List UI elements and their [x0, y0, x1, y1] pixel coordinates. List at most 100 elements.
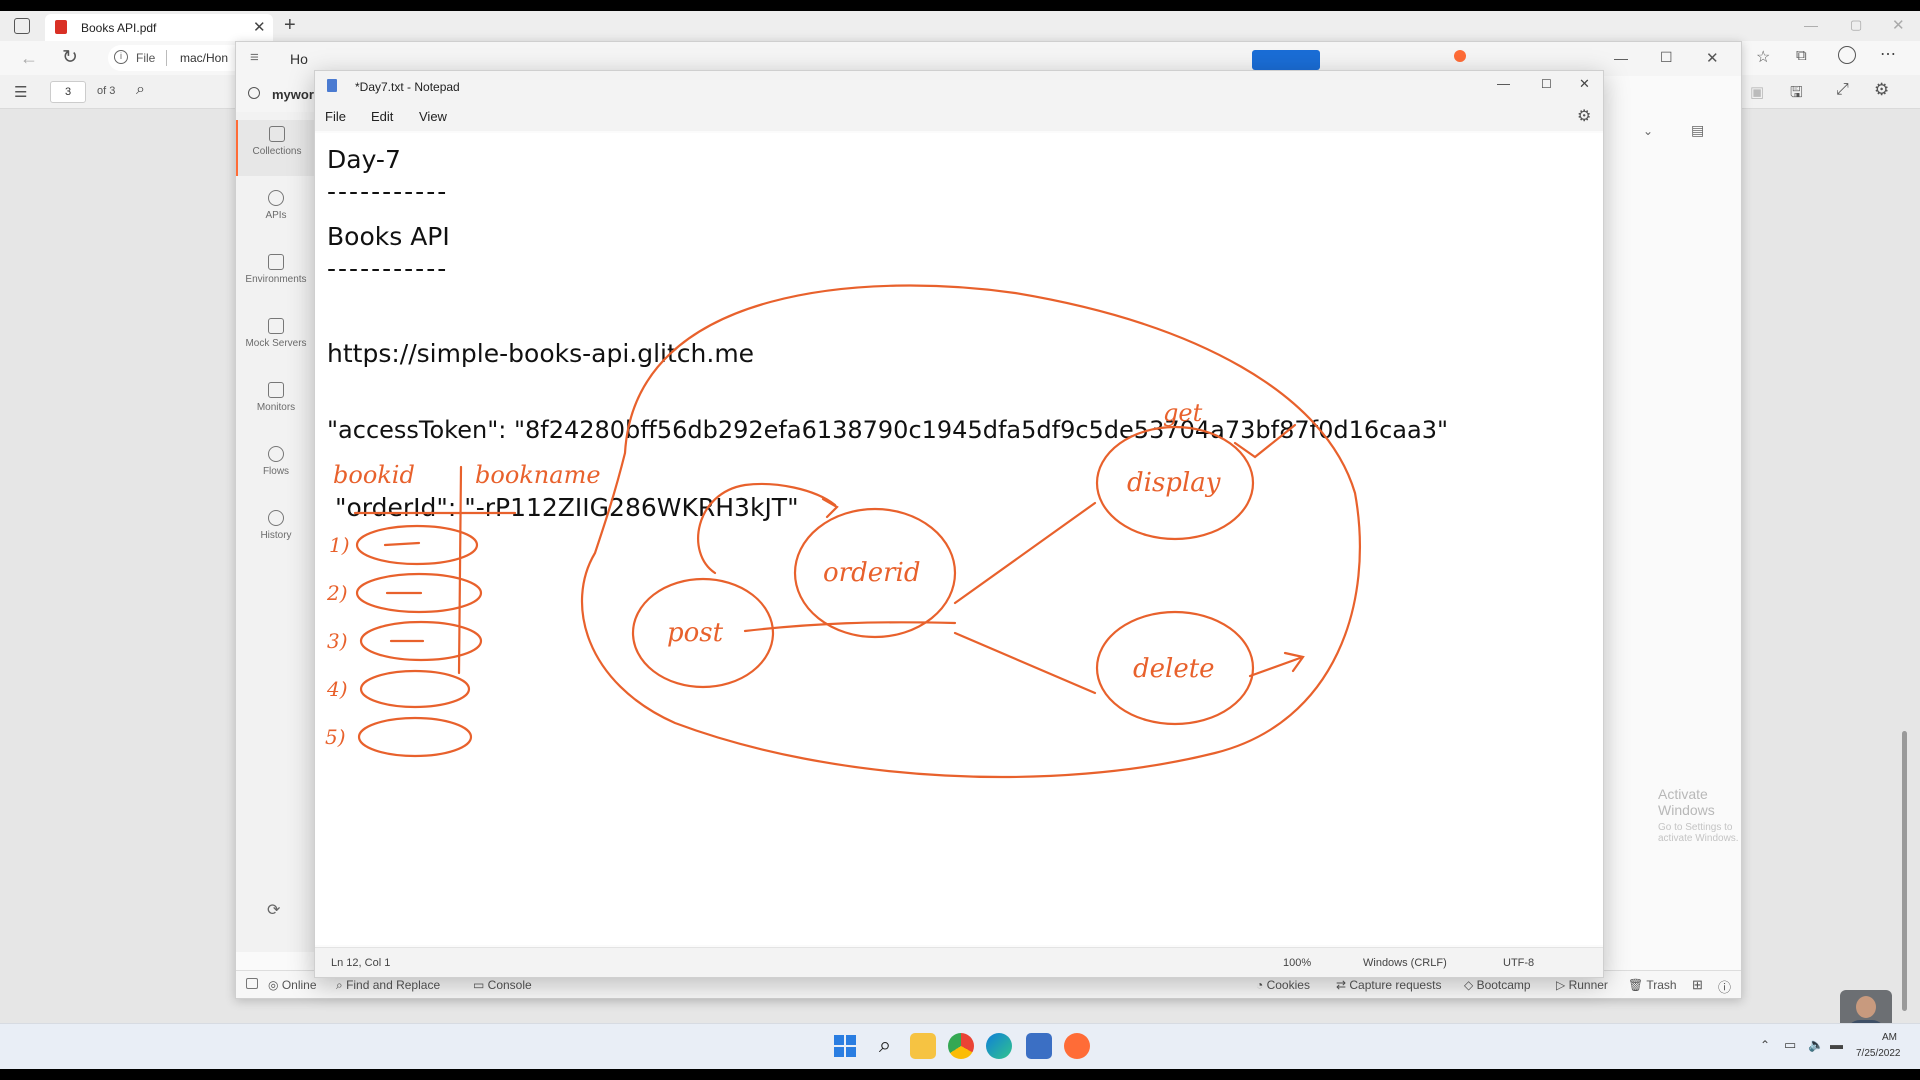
sidebar-item-flows[interactable]: Flows: [236, 440, 316, 496]
reload-icon[interactable]: ↻: [62, 46, 78, 69]
watermark-subtitle: Go to Settings to activate Windows.: [1658, 822, 1739, 844]
menu-view[interactable]: View: [419, 109, 447, 124]
desktop-screen: Books API.pdf ✕ + — ▢ ✕ ← ↻ i File mac/H…: [0, 0, 1920, 1080]
sidebar-item-apis[interactable]: APIs: [236, 184, 316, 240]
sidebar-item-history[interactable]: History: [236, 504, 316, 560]
more-options-icon[interactable]: ⋯: [1880, 44, 1896, 64]
sidebar-item-collections[interactable]: Collections: [236, 120, 316, 176]
pm-minimize-icon[interactable]: —: [1614, 50, 1628, 66]
menu-file[interactable]: File: [325, 109, 346, 124]
notepad-taskbar-icon[interactable]: [1026, 1033, 1052, 1059]
capture-label: Capture requests: [1349, 978, 1442, 992]
save-as-icon[interactable]: 🖫: [1790, 82, 1803, 107]
mock-server-icon: [268, 318, 284, 334]
favorites-icon[interactable]: ☆: [1756, 47, 1770, 67]
bootcamp-label: Bootcamp: [1476, 978, 1531, 992]
info-icon[interactable]: i: [114, 50, 128, 64]
help-icon[interactable]: ⓘ: [1718, 977, 1731, 996]
runner-label: Runner: [1568, 978, 1608, 992]
cookies-label: Cookies: [1266, 978, 1310, 992]
np-maximize-icon[interactable]: ☐: [1541, 77, 1552, 91]
runner-button[interactable]: ▷ Runner: [1556, 978, 1608, 992]
sidebar-item-monitors[interactable]: Monitors: [236, 376, 316, 432]
link-orderid-delete: [953, 631, 1097, 695]
invite-button[interactable]: [1252, 50, 1320, 70]
row-number: 3): [327, 629, 348, 653]
label-get: get: [1163, 399, 1203, 427]
capture-requests-button[interactable]: ⇄ Capture requests: [1336, 978, 1441, 992]
postman-taskbar-icon[interactable]: [1064, 1033, 1090, 1059]
settings-icon[interactable]: ⚙: [1874, 80, 1889, 100]
notepad-title: *Day7.txt - Notepad: [355, 80, 460, 94]
collections-icon[interactable]: ⧉: [1796, 47, 1807, 64]
clock-time[interactable]: AM: [1882, 1032, 1897, 1043]
close-tab-icon[interactable]: ✕: [253, 18, 266, 36]
search-icon[interactable]: ⌕: [872, 1033, 898, 1059]
pm-close-icon[interactable]: ✕: [1706, 49, 1719, 67]
grid-icon[interactable]: ⊞: [1692, 977, 1703, 993]
start-icon[interactable]: [832, 1033, 858, 1059]
bootcamp-button[interactable]: ◇ Bootcamp: [1464, 978, 1531, 992]
volume-icon[interactable]: 🔈: [1808, 1037, 1824, 1053]
notepad-settings-icon[interactable]: ⚙: [1577, 106, 1591, 126]
chevron-down-icon[interactable]: ⌄: [1643, 124, 1653, 138]
tab-books-api-pdf[interactable]: Books API.pdf ✕: [45, 14, 273, 41]
right-header-tools: ⌄ ▤: [1611, 112, 1741, 152]
zoom-level[interactable]: 100%: [1283, 957, 1311, 969]
new-tab-icon[interactable]: +: [284, 14, 296, 37]
close-window-icon[interactable]: ✕: [1892, 16, 1905, 34]
page-total: of 3: [97, 85, 116, 97]
home-link[interactable]: Ho: [290, 51, 308, 67]
clock-date[interactable]: 7/25/2022: [1856, 1048, 1901, 1059]
notepad-editor[interactable]: Day-7 ----------- Books API ----------- …: [315, 133, 1603, 945]
sidebar-item-environments[interactable]: Environments: [236, 248, 316, 304]
tray-chevron-icon[interactable]: ⌃: [1760, 1038, 1770, 1052]
postman-logo-icon: [1454, 50, 1466, 62]
menu-edit[interactable]: Edit: [371, 109, 393, 124]
collections-icon: [269, 126, 285, 142]
url-field[interactable]: i File mac/Hon: [108, 45, 248, 71]
sidebar-item-label: Environments: [245, 274, 307, 285]
pdf-scrollbar[interactable]: [1902, 731, 1907, 1011]
find-replace-button[interactable]: ⌕ Find and Replace: [336, 978, 440, 993]
back-icon[interactable]: ←: [20, 48, 38, 69]
minimize-icon[interactable]: —: [1804, 17, 1818, 33]
trash-button[interactable]: 🗑 Trash: [1628, 978, 1677, 992]
toggle-sidebar-icon[interactable]: [246, 978, 258, 989]
battery-icon[interactable]: ▬: [1830, 1037, 1843, 1052]
sidebar-item-label: Collections: [252, 146, 302, 157]
network-icon[interactable]: ▭: [1784, 1037, 1796, 1053]
pdf-search-icon[interactable]: ⌕: [136, 81, 145, 99]
profile-icon[interactable]: [1838, 46, 1856, 64]
delete-arrow: [1248, 651, 1305, 678]
workspace-header: mywor: [236, 76, 316, 112]
maximize-icon[interactable]: ▢: [1850, 17, 1862, 33]
layout-icon[interactable]: ▤: [1691, 122, 1704, 139]
letterbox-bottom: [0, 1069, 1920, 1080]
cookies-button[interactable]: ◔ Cookies: [1256, 978, 1310, 992]
tab-actions-icon[interactable]: [14, 18, 30, 34]
contents-icon[interactable]: ☰: [14, 83, 27, 101]
online-status[interactable]: ◎ Online: [268, 978, 317, 992]
chrome-icon[interactable]: [948, 1033, 974, 1059]
line-ending[interactable]: Windows (CRLF): [1363, 957, 1447, 969]
fullscreen-icon[interactable]: ⤢: [1836, 81, 1849, 99]
edge-icon[interactable]: [986, 1033, 1012, 1059]
np-close-icon[interactable]: ✕: [1579, 76, 1590, 92]
flows-icon: [268, 446, 284, 462]
label-display: display: [1127, 468, 1221, 498]
encoding[interactable]: UTF-8: [1503, 957, 1534, 969]
sidebar-item-mock-servers[interactable]: Mock Servers: [236, 312, 316, 368]
pm-maximize-icon[interactable]: ☐: [1660, 49, 1673, 66]
np-minimize-icon[interactable]: —: [1497, 76, 1510, 91]
workspace-name[interactable]: mywor: [272, 87, 314, 102]
file-explorer-icon[interactable]: [910, 1033, 936, 1059]
sync-icon[interactable]: ⟳: [267, 900, 280, 920]
save-icon[interactable]: ▣: [1750, 83, 1764, 101]
sidebar-item-label: Flows: [262, 466, 290, 477]
page-number-input[interactable]: 3: [50, 81, 86, 103]
menu-icon[interactable]: ≡: [250, 49, 259, 66]
label-post: post: [667, 618, 724, 648]
user-icon: [248, 87, 260, 99]
console-button[interactable]: ▭ Console: [473, 978, 532, 992]
